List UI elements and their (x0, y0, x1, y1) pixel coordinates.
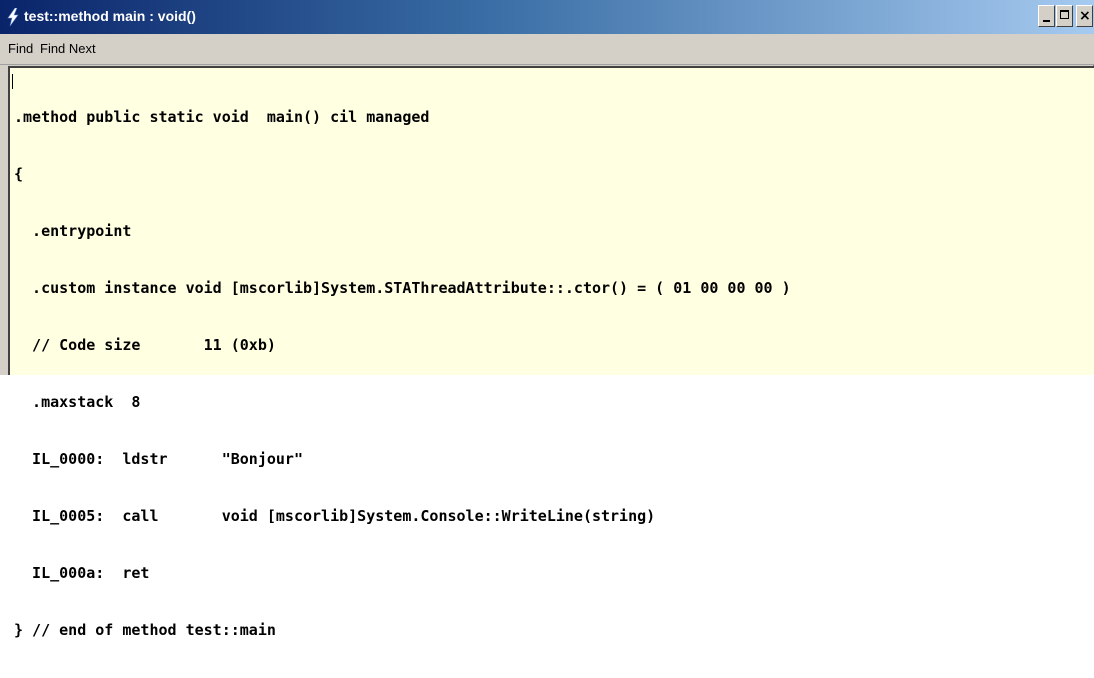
menu-item-find-next[interactable]: Find Next (40, 41, 96, 56)
minimize-icon (1043, 20, 1050, 22)
code-view[interactable]: .method public static void main() cil ma… (8, 66, 1094, 639)
title-bar[interactable]: test::method main : void() × (0, 0, 1094, 34)
code-line: .custom instance void [mscorlib]System.S… (14, 279, 791, 297)
lightning-icon (7, 8, 19, 26)
code-line: .method public static void main() cil ma… (14, 108, 430, 126)
code-line: .entrypoint (14, 222, 132, 240)
code-line: } // end of method test::main (14, 621, 276, 639)
il-code: .method public static void main() cil ma… (14, 70, 791, 678)
menu-bar: Find Find Next (0, 34, 1094, 65)
text-caret (12, 74, 13, 89)
disassembly-window: test::method main : void() × Find Find N… (0, 0, 1094, 639)
window-title: test::method main : void() (24, 8, 196, 24)
maximize-button[interactable] (1056, 5, 1073, 27)
code-line: IL_000a: ret (14, 564, 150, 582)
minimize-button[interactable] (1038, 5, 1055, 27)
window-controls: × (1038, 5, 1094, 29)
code-line: IL_0005: call void [mscorlib]System.Cons… (14, 507, 656, 525)
maximize-icon (1060, 10, 1069, 19)
close-button[interactable]: × (1076, 5, 1093, 27)
code-line: // Code size 11 (0xb) (14, 336, 276, 354)
code-line: IL_0000: ldstr "Bonjour" (14, 450, 303, 468)
code-line: { (14, 165, 24, 183)
menu-item-find[interactable]: Find (8, 41, 33, 56)
code-line: .maxstack 8 (14, 393, 141, 411)
close-icon: × (1079, 8, 1091, 24)
